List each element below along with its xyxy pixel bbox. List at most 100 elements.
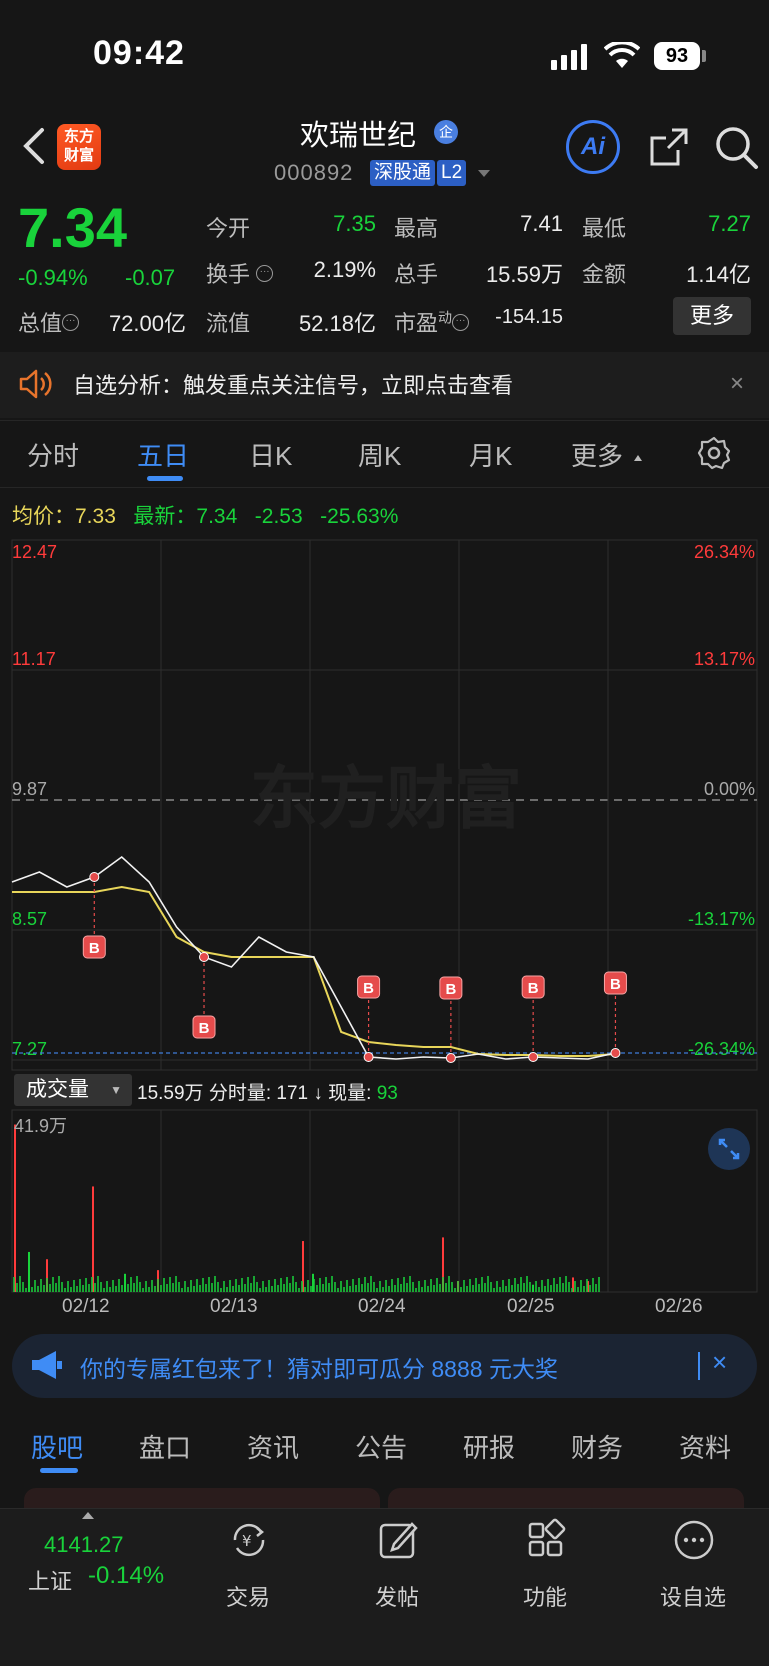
y-tick-label: 12.47	[12, 542, 57, 562]
tab-financials[interactable]: 财务	[571, 1428, 623, 1465]
battery-indicator: 93	[654, 42, 700, 70]
volume-frame	[11, 1109, 758, 1293]
change-amount: -0.07	[125, 265, 176, 290]
tab-intraday[interactable]: 分时	[27, 436, 79, 473]
buy-marker-dot	[528, 1052, 539, 1062]
y-tick-label: 11.17	[12, 649, 56, 669]
five-day-chart[interactable]: 12.47 26.34% 11.17 13.17% 9.87 0.00% 8.57 -13.1…	[0, 532, 769, 1332]
pe-label: 市盈动 ···	[394, 306, 470, 338]
compose-icon[interactable]	[376, 1518, 420, 1562]
signal-icon	[551, 44, 587, 70]
tag-level2: L2	[437, 160, 467, 186]
close-icon[interactable]: ×	[712, 1347, 727, 1378]
high-value: 7.41	[520, 211, 563, 236]
content-card[interactable]	[388, 1488, 744, 1508]
tab-research[interactable]: 研报	[463, 1428, 515, 1465]
more-circle-icon[interactable]	[672, 1518, 716, 1562]
y-tick-label: 13.17%	[694, 649, 755, 669]
buy-marker-label: B	[528, 980, 539, 997]
tick-volume-value: 171	[276, 1083, 309, 1104]
latest-change: -2.53	[254, 505, 303, 528]
chevron-up-icon[interactable]	[82, 1512, 94, 1519]
buy-marker-dot	[199, 952, 210, 962]
amount-value: 1.14亿	[686, 262, 751, 287]
more-button[interactable]: 更多	[673, 297, 751, 335]
date-label: 02/12	[62, 1296, 110, 1317]
y-tick-label: -26.34%	[688, 1039, 755, 1059]
nav-add-watchlist[interactable]: 设自选	[660, 1580, 726, 1612]
chevron-down-icon[interactable]	[478, 170, 490, 177]
tab-weekly-k[interactable]: 周K	[358, 436, 401, 473]
tab-monthly-k[interactable]: 月K	[469, 436, 512, 473]
content-card[interactable]	[24, 1488, 380, 1508]
close-icon[interactable]: ×	[730, 370, 744, 398]
tab-active-indicator	[40, 1468, 78, 1473]
watermark-logo: 东方财富	[250, 760, 522, 839]
app-logo: 东方 财富	[57, 124, 101, 170]
volume-indicator-select[interactable]: 成交量 ▼	[14, 1074, 132, 1106]
alert-text[interactable]: 自选分析：触发重点关注信号，立即点击查看	[73, 368, 513, 400]
tab-more[interactable]: 更多	[571, 436, 623, 473]
nav-post[interactable]: 发帖	[375, 1580, 419, 1612]
avg-value: 7.33	[75, 505, 116, 528]
info-icon[interactable]: ···	[256, 264, 274, 282]
buy-marker-dot	[445, 1053, 456, 1063]
buy-marker-label: B	[610, 976, 621, 993]
tab-announcements[interactable]: 公告	[355, 1428, 407, 1465]
current-price: 7.34	[18, 196, 127, 259]
y-tick-label: -13.17%	[688, 909, 755, 929]
info-icon[interactable]: ···	[452, 313, 470, 331]
settings-gear-icon[interactable]	[697, 436, 731, 470]
nav-functions[interactable]: 功能	[523, 1580, 567, 1612]
stock-name: 欢瑞世纪	[300, 120, 417, 152]
share-icon[interactable]	[648, 126, 690, 168]
ai-assistant-button[interactable]: Ai	[566, 120, 620, 174]
y-tick-label: 0.00%	[704, 779, 755, 799]
buy-marker-label: B	[89, 940, 100, 957]
tab-five-day[interactable]: 五日	[137, 436, 189, 473]
date-label: 02/24	[358, 1296, 406, 1317]
change-percent: -0.94%	[18, 265, 88, 290]
promo-text[interactable]: 你的专属红包来了！猜对即可瓜分 8888 元大奖	[80, 1350, 558, 1384]
chart-info-line: 均价：7.33 最新：7.34 -2.53 -25.63%	[12, 500, 398, 530]
volume-bars	[13, 1276, 600, 1292]
index-value[interactable]: 4141.27	[44, 1532, 124, 1558]
volume-label: 总手	[394, 262, 439, 287]
speaker-icon	[19, 369, 52, 399]
latest-change-pct: -25.63%	[320, 505, 399, 528]
nav-trade[interactable]: 交易	[226, 1580, 270, 1612]
back-arrow-icon[interactable]	[20, 126, 48, 166]
tab-daily-k[interactable]: 日K	[249, 436, 292, 473]
tab-forum[interactable]: 股吧	[31, 1428, 83, 1465]
trade-icon[interactable]: ¥	[227, 1518, 271, 1562]
tab-news[interactable]: 资讯	[247, 1428, 299, 1465]
tick-volume-label: 分时量:	[208, 1083, 272, 1104]
y-tick-label: 9.87	[12, 779, 47, 799]
y-tick-label: 8.57	[12, 909, 47, 929]
tag-shenzhen-connect: 深股通	[370, 160, 436, 186]
info-icon[interactable]: ···	[62, 313, 80, 331]
volume-max-label: 41.9万	[14, 1116, 68, 1136]
functions-grid-icon[interactable]	[524, 1518, 568, 1562]
volume-info: 15.59万 分时量: 171 ↓ 现量: 93	[137, 1083, 398, 1104]
tab-more-caret-icon	[634, 455, 642, 461]
index-change[interactable]: -0.14%	[88, 1562, 164, 1590]
y-tick-label: 26.34%	[694, 542, 755, 562]
search-icon[interactable]	[713, 124, 759, 170]
svg-text:¥: ¥	[242, 1532, 252, 1550]
stock-code: 000892	[274, 160, 354, 185]
tab-profile[interactable]: 资料	[679, 1428, 731, 1465]
average-price-line	[12, 885, 616, 1057]
index-name[interactable]: 上证	[28, 1564, 72, 1596]
expand-chart-icon[interactable]	[707, 1127, 751, 1171]
tab-orderbook[interactable]: 盘口	[139, 1428, 191, 1465]
low-label: 最低	[582, 216, 627, 241]
dropdown-caret-icon: ▼	[110, 1083, 122, 1097]
enterprise-badge: 企	[434, 120, 458, 144]
avg-label: 均价：	[12, 505, 75, 528]
date-label: 02/26	[655, 1296, 703, 1317]
buy-marker-dot	[363, 1052, 374, 1062]
y-tick-label: 7.27	[12, 1039, 47, 1059]
volume-spike	[92, 1186, 94, 1292]
latest-value: 7.34	[196, 505, 238, 528]
